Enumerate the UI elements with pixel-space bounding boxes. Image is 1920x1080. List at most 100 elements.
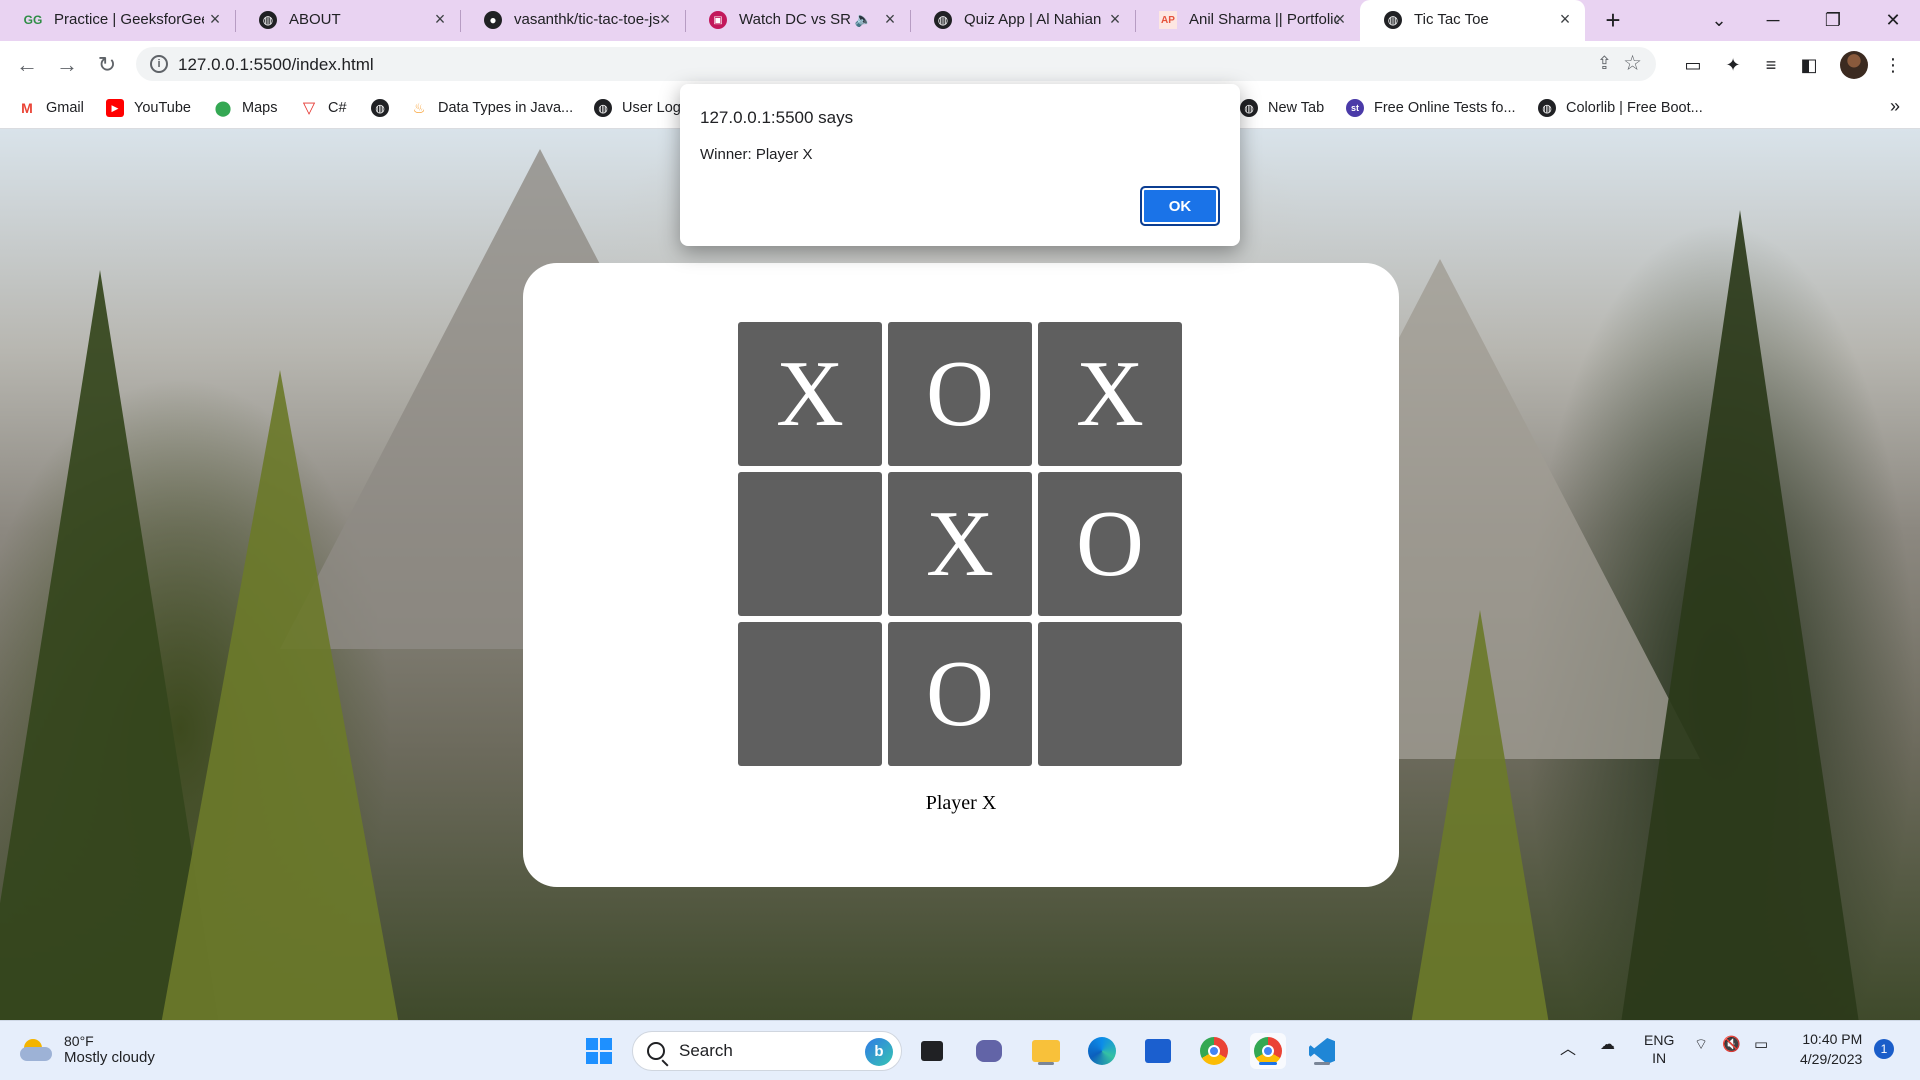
close-icon[interactable]: × bbox=[1330, 9, 1350, 29]
lang-top: ENG bbox=[1644, 1032, 1675, 1048]
file-explorer-button[interactable] bbox=[1028, 1033, 1064, 1069]
bookmark-gmail[interactable]: M Gmail bbox=[18, 96, 84, 120]
clock[interactable]: 10:40 PM 4/29/2023 bbox=[1800, 1029, 1862, 1069]
restore-icon[interactable]: ❐ bbox=[1818, 8, 1848, 32]
chrome-button[interactable] bbox=[1196, 1033, 1232, 1069]
close-icon[interactable]: × bbox=[880, 9, 900, 29]
ap-icon: AP bbox=[1159, 11, 1177, 29]
board-cell[interactable] bbox=[738, 472, 882, 616]
bookmark-globe[interactable]: ◍ bbox=[371, 96, 399, 120]
bookmark-star-icon[interactable]: ☆ bbox=[1623, 51, 1642, 76]
board-cell[interactable]: O bbox=[888, 622, 1032, 766]
windows-taskbar: 80°F Mostly cloudy Search b ︿ ☁ ENG IN ⌔… bbox=[0, 1020, 1920, 1080]
tab-geeksforgeeks[interactable]: GG Practice | GeeksforGeeks × bbox=[0, 0, 236, 41]
notification-badge[interactable]: 1 bbox=[1874, 1039, 1894, 1059]
globe-icon: ◍ bbox=[1384, 11, 1402, 29]
new-tab-button[interactable]: + bbox=[1598, 6, 1628, 36]
tab-title: Practice | GeeksforGeeks bbox=[54, 11, 204, 28]
board-cell[interactable] bbox=[738, 622, 882, 766]
address-bar[interactable]: i 127.0.0.1:5500/index.html ⇪ ☆ bbox=[136, 47, 1656, 81]
board-cell[interactable]: O bbox=[1038, 472, 1182, 616]
store-button[interactable] bbox=[1140, 1033, 1176, 1069]
close-icon[interactable]: × bbox=[1555, 9, 1575, 29]
task-view-button[interactable] bbox=[914, 1033, 950, 1069]
tab-title: vasanthk/tic-tac-toe-js bbox=[514, 11, 660, 28]
hotstar-icon: ▣ bbox=[709, 11, 727, 29]
cast-icon[interactable]: ▭ bbox=[1680, 53, 1706, 77]
bookmark-data-types-java[interactable]: ♨ Data Types in Java... bbox=[410, 96, 573, 120]
bookmark-label: Maps bbox=[242, 100, 278, 116]
bookmark-user-log[interactable]: ◍ User Log bbox=[594, 96, 681, 120]
clock-date: 4/29/2023 bbox=[1800, 1051, 1863, 1067]
side-panel-icon[interactable]: ◧ bbox=[1796, 53, 1822, 77]
task-view-icon bbox=[921, 1041, 943, 1061]
weather-temp: 80°F bbox=[64, 1033, 94, 1049]
edge-button[interactable] bbox=[1084, 1033, 1120, 1069]
ok-button[interactable]: OK bbox=[1140, 186, 1220, 226]
onedrive-icon[interactable]: ☁ bbox=[1600, 1035, 1615, 1053]
tree-shape bbox=[1620, 210, 1860, 1020]
bookmark-label: C# bbox=[328, 100, 347, 116]
game-status: Player X bbox=[925, 792, 997, 814]
bookmark-label: Data Types in Java... bbox=[438, 100, 574, 116]
profile-avatar[interactable] bbox=[1840, 51, 1868, 79]
bookmark-colorlib[interactable]: ◍ Colorlib | Free Boot... bbox=[1538, 96, 1703, 120]
start-button[interactable] bbox=[581, 1033, 617, 1069]
window-close-icon[interactable]: ✕ bbox=[1878, 8, 1908, 32]
vscode-button[interactable] bbox=[1304, 1033, 1340, 1069]
bookmark-free-online-tests[interactable]: st Free Online Tests fo... bbox=[1346, 96, 1516, 120]
share-icon[interactable]: ⇪ bbox=[1597, 53, 1612, 74]
v-logo-icon: ▽ bbox=[302, 100, 316, 117]
close-icon[interactable]: × bbox=[1105, 9, 1125, 29]
teams-chat-button[interactable] bbox=[971, 1033, 1007, 1069]
weather-widget[interactable]: 80°F Mostly cloudy bbox=[20, 1033, 155, 1066]
close-icon[interactable]: × bbox=[655, 9, 675, 29]
store-icon bbox=[1145, 1039, 1171, 1063]
bookmark-label: Free Online Tests fo... bbox=[1374, 100, 1516, 116]
site-info-icon[interactable]: i bbox=[150, 55, 168, 73]
running-indicator bbox=[1314, 1062, 1330, 1065]
tab-quiz-app[interactable]: ◍ Quiz App | Al Nahian × bbox=[910, 0, 1136, 41]
bing-icon[interactable]: b bbox=[865, 1038, 893, 1066]
tab-anil-portfolio[interactable]: AP Anil Sharma || Portfolio × bbox=[1135, 0, 1360, 41]
battery-icon[interactable]: ▭ bbox=[1754, 1035, 1768, 1053]
wifi-icon[interactable]: ⌔ bbox=[1694, 1035, 1708, 1054]
board-cell[interactable]: X bbox=[1038, 322, 1182, 466]
tab-about[interactable]: ◍ ABOUT × bbox=[235, 0, 461, 41]
tray-overflow-icon[interactable]: ︿ bbox=[1560, 1035, 1576, 1059]
board-cell[interactable]: X bbox=[738, 322, 882, 466]
speaker-icon[interactable]: 🔈 bbox=[855, 11, 872, 28]
bookmark-csharp[interactable]: ▽ C# bbox=[300, 96, 347, 120]
cloud-sun-icon bbox=[20, 1038, 54, 1061]
weather-desc: Mostly cloudy bbox=[64, 1049, 155, 1066]
tab-tic-tac-toe[interactable]: ◍ Tic Tac Toe × bbox=[1360, 0, 1585, 44]
close-icon[interactable]: × bbox=[205, 9, 225, 29]
chrome-profile-button[interactable] bbox=[1250, 1033, 1286, 1069]
extensions-icon[interactable]: ✦ bbox=[1720, 53, 1746, 77]
taskbar-search[interactable]: Search b bbox=[632, 1031, 902, 1071]
reading-list-icon[interactable]: ≡ bbox=[1758, 53, 1784, 77]
bookmark-youtube[interactable]: ▶ YouTube bbox=[106, 96, 191, 120]
search-label: Search bbox=[679, 1041, 733, 1060]
board-cell[interactable]: X bbox=[888, 472, 1032, 616]
tab-search-icon[interactable]: ⌄ bbox=[1704, 8, 1734, 32]
minimize-icon[interactable]: ─ bbox=[1758, 8, 1788, 32]
back-icon[interactable]: ← bbox=[12, 50, 42, 80]
url-text[interactable]: 127.0.0.1:5500/index.html bbox=[178, 55, 374, 75]
board-cell[interactable] bbox=[1038, 622, 1182, 766]
bookmark-label: Colorlib | Free Boot... bbox=[1566, 100, 1703, 116]
reload-icon[interactable]: ↻ bbox=[92, 50, 122, 80]
tab-hotstar[interactable]: ▣ Watch DC vs SRH 🔈 × bbox=[685, 0, 911, 41]
language-indicator[interactable]: ENG IN bbox=[1644, 1031, 1674, 1067]
close-icon[interactable]: × bbox=[430, 9, 450, 29]
tab-title: ABOUT bbox=[289, 11, 341, 28]
tab-strip: GG Practice | GeeksforGeeks × ◍ ABOUT × … bbox=[0, 0, 1920, 44]
bookmark-maps[interactable]: ⬤ Maps bbox=[214, 96, 278, 120]
tab-github[interactable]: ● vasanthk/tic-tac-toe-js × bbox=[460, 0, 686, 41]
board-cell[interactable]: O bbox=[888, 322, 1032, 466]
more-bookmarks-icon[interactable]: » bbox=[1890, 96, 1900, 117]
volume-muted-icon[interactable]: 🔇 bbox=[1722, 1035, 1741, 1053]
forward-icon[interactable]: → bbox=[52, 50, 82, 80]
menu-icon[interactable]: ⋮ bbox=[1880, 53, 1906, 77]
bookmark-new-tab[interactable]: ◍ New Tab bbox=[1240, 96, 1324, 120]
